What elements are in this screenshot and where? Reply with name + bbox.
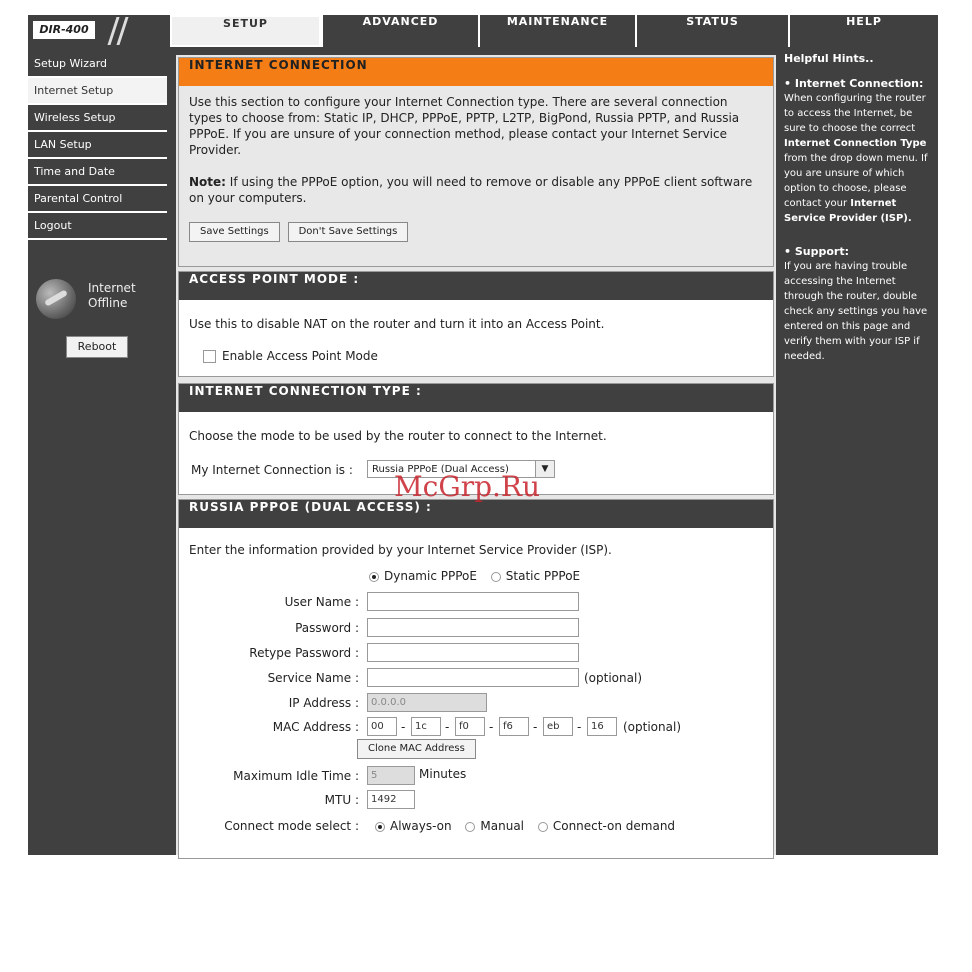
tab-help[interactable]: HELP [788,15,938,47]
password-field[interactable] [367,618,579,637]
manual-radio[interactable] [465,821,476,832]
mac-separator: - [533,720,538,734]
user-name-label: User Name : [284,595,359,609]
main-content: INTERNET CONNECTION Use this section to … [176,55,776,859]
section-description: Use this to disable NAT on the router an… [189,317,605,331]
sidebar-item-logout[interactable]: Logout [28,213,167,240]
helpful-hints: Helpful Hints.. • Internet Connection: W… [784,51,934,364]
access-point-checkbox[interactable] [203,350,216,363]
dlink-logo: DIR-400 [33,21,95,39]
sidebar-item-lan-setup[interactable]: LAN Setup [28,132,167,159]
always-on-radio[interactable] [375,821,385,832]
connect-mode-label: Connect mode select : [224,819,359,833]
section-title: INTERNET CONNECTION [179,58,773,86]
connect-on-demand-radio[interactable] [537,821,548,832]
user-name-field[interactable] [367,592,579,611]
logo-slash-icon [116,17,129,45]
help-internet-connection-text: When configuring the router to access th… [784,91,934,226]
top-tabs: SETUP ADVANCED MAINTENANCE STATUS HELP [170,15,938,47]
help-support-heading: • Support: [784,245,850,258]
help-support-text: If you are having trouble accessing the … [784,261,928,362]
access-point-section: ACCESS POINT MODE : Use this to disable … [178,271,774,377]
mac-separator: - [577,720,582,734]
internet-connection-section: INTERNET CONNECTION Use this section to … [178,57,774,267]
connect-on-demand-label: Connect-on demand [552,819,676,833]
section-title: INTERNET CONNECTION TYPE : [179,384,773,412]
sidebar-nav: Setup Wizard Internet Setup Wireless Set… [28,51,167,240]
router-admin-frame: DIR-400 SETUP ADVANCED MAINTENANCE STATU… [28,15,938,859]
sidebar-item-wireless-setup[interactable]: Wireless Setup [28,105,167,132]
manual-label: Manual [480,819,525,833]
save-settings-button[interactable]: Save Settings [189,222,280,242]
dynamic-pppoe-radio[interactable] [369,571,379,582]
mac-octet-field[interactable]: f0 [455,717,485,736]
internet-status-text: Internet Offline [88,281,148,311]
reboot-button[interactable]: Reboot [66,336,128,358]
static-pppoe-radio[interactable] [490,571,501,582]
ip-address-label: IP Address : [288,696,359,710]
pppoe-mode-row: Dynamic PPPoE Static PPPoE [369,568,580,584]
mac-octet-field[interactable]: 00 [367,717,397,736]
password-label: Password : [295,621,359,635]
mac-octet-field[interactable]: 16 [587,717,617,736]
sidebar-item-parental-control[interactable]: Parental Control [28,186,167,213]
sidebar-item-internet-setup[interactable]: Internet Setup [28,78,167,105]
mac-address-row: MAC Address : 00 - 1c - f0 - f6 - eb - 1… [179,717,769,739]
tab-setup[interactable]: SETUP [170,15,321,47]
help-text: When configuring the router to access th… [784,93,926,134]
mtu-field[interactable]: 1492 [367,790,415,809]
service-optional-text: (optional) [584,671,642,685]
section-description: Enter the information provided by your I… [189,543,612,557]
service-name-field[interactable] [367,668,579,687]
note-label: Note: [189,175,226,189]
tab-advanced[interactable]: ADVANCED [321,15,478,47]
dynamic-pppoe-label: Dynamic PPPoE [384,569,477,583]
mac-separator: - [401,720,406,734]
sidebar-item-setup-wizard[interactable]: Setup Wizard [28,51,167,78]
mtu-label: MTU : [324,793,359,807]
mac-address-label: MAC Address : [272,720,359,734]
status-line-1: Internet [88,281,136,295]
help-bold: Internet Connection Type [784,138,927,149]
idle-unit-text: Minutes [419,767,467,781]
max-idle-time-field[interactable]: 5 [367,766,415,785]
access-point-label: Enable Access Point Mode [222,349,378,363]
mac-optional-text: (optional) [623,720,681,734]
mac-octet-field[interactable]: f6 [499,717,529,736]
mac-octet-field[interactable]: 1c [411,717,441,736]
connection-type-label: My Internet Connection is : [191,463,353,477]
note-text: If using the PPPoE option, you will need… [189,175,753,205]
service-name-label: Service Name : [267,671,359,685]
globe-icon [36,279,76,319]
mac-octet-field[interactable]: eb [543,717,573,736]
sidebar-item-time-and-date[interactable]: Time and Date [28,159,167,186]
watermark: McGrp.Ru [394,470,541,503]
static-pppoe-label: Static PPPoE [505,569,581,583]
clone-mac-address-button[interactable]: Clone MAC Address [357,739,476,759]
section-title: RUSSIA PPPOE (DUAL ACCESS) : [179,500,773,528]
connect-mode-row: Connect mode select : Always-on Manual C… [179,818,769,840]
max-idle-time-label: Maximum Idle Time : [233,769,359,783]
retype-password-label: Retype Password : [249,646,359,660]
note-paragraph: Note: If using the PPPoE option, you wil… [189,174,763,206]
dont-save-settings-button[interactable]: Don't Save Settings [287,222,409,242]
tab-status[interactable]: STATUS [635,15,788,47]
section-description: Use this section to configure your Inter… [189,95,740,157]
mac-separator: - [445,720,450,734]
russia-pppoe-section: RUSSIA PPPOE (DUAL ACCESS) : Enter the i… [178,499,774,859]
always-on-label: Always-on [390,819,452,833]
help-title: Helpful Hints.. [784,52,874,65]
section-description: Choose the mode to be used by the router… [189,429,607,443]
internet-status: Internet Offline [36,279,156,329]
mac-separator: - [489,720,494,734]
help-internet-connection-heading: • Internet Connection: [784,77,924,90]
tab-maintenance[interactable]: MAINTENANCE [478,15,635,47]
logo-area: DIR-400 [28,15,167,47]
ip-address-field[interactable]: 0.0.0.0 [367,693,487,712]
status-line-2: Offline [88,296,128,310]
retype-password-field[interactable] [367,643,579,662]
section-title: ACCESS POINT MODE : [179,272,773,300]
